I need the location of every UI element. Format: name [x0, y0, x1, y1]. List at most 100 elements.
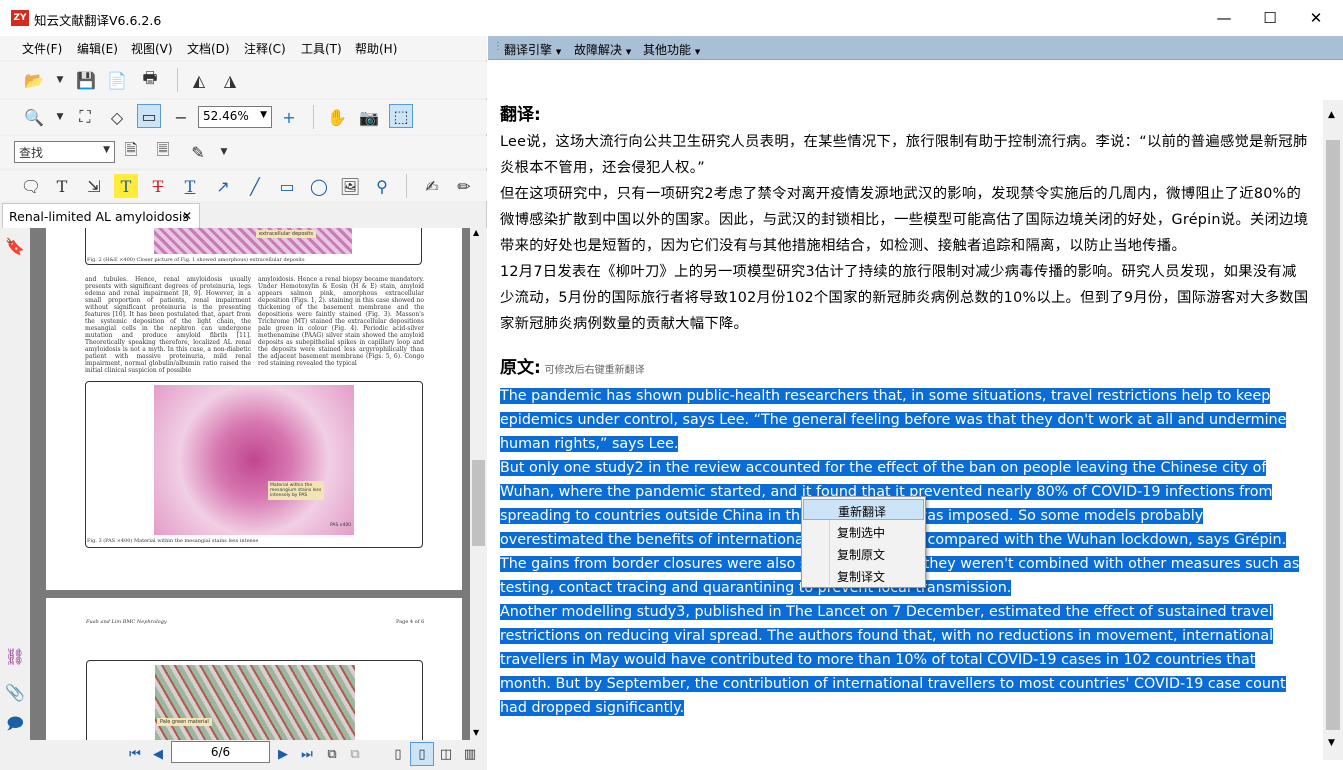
last-page-icon[interactable]: ⏭	[295, 742, 319, 766]
fit-page-icon[interactable]: ⛶	[73, 105, 97, 129]
minimize-button[interactable]: —	[1201, 0, 1247, 36]
document-scrollbar[interactable]: ▲ ▼	[470, 228, 487, 740]
link-icon[interactable]: ⛓	[3, 644, 27, 668]
scroll-up-icon[interactable]: ▲	[1328, 110, 1335, 120]
zoom-level-select[interactable]: 52.46% ▼	[198, 106, 272, 128]
stamp-icon[interactable]: ⚲	[370, 174, 394, 198]
app-logo: ZY	[11, 10, 29, 26]
pdf-page-4: Fuah and Lim BMC Nephrology Page 4 of 6 …	[46, 598, 462, 740]
engine-menu-label: 翻译引擎	[504, 43, 553, 57]
scroll-down-icon[interactable]: ▼	[1328, 738, 1335, 748]
original-text: Another modelling study3, published in T…	[500, 604, 1286, 716]
open-folder-icon[interactable]: 📂	[22, 68, 46, 92]
line-icon[interactable]: ╱	[243, 174, 267, 198]
original-paragraph[interactable]: The pandemic has shown public-health res…	[500, 384, 1310, 456]
original-paragraph[interactable]: Another modelling study3, published in T…	[500, 600, 1310, 720]
chevron-down-icon: ▼	[625, 48, 632, 56]
scroll-up-icon[interactable]: ▲	[473, 228, 479, 237]
underline-icon[interactable]: T	[178, 174, 202, 198]
copy-selection-menu-item[interactable]: 复制选中	[803, 521, 924, 542]
single-page-icon[interactable]: ▯	[386, 742, 410, 766]
rotate-right-icon[interactable]: ◮	[218, 68, 242, 92]
translation-paragraph: 12月7日发表在《柳叶刀》上的另一项模型研究3估计了持续的旅行限制对减少病毒传播…	[500, 264, 1309, 332]
save-icon[interactable]: 💾	[74, 68, 98, 92]
rectangle-icon[interactable]: ▭	[275, 174, 299, 198]
document-view[interactable]: extracellular deposits Fig. 2 (H&E ×400)…	[30, 228, 470, 740]
prev-view-icon[interactable]: ⧉	[320, 742, 344, 766]
hand-tool-icon[interactable]: ✋	[325, 105, 349, 129]
figure-3-caption: Fig. 3 (PAS ×400) Material within the me…	[87, 538, 259, 544]
fit-visible-icon[interactable]: ◇	[105, 105, 129, 129]
close-tab-icon[interactable]: ✕	[182, 209, 192, 223]
search-doc-icon[interactable]: 🗎	[119, 140, 143, 164]
sign-icon[interactable]: ✍	[420, 174, 444, 198]
scroll-thumb[interactable]	[472, 460, 485, 546]
original-text: The pandemic has shown public-health res…	[500, 388, 1287, 452]
engine-menu[interactable]: 翻译引擎 ▼	[504, 41, 561, 58]
highlight-dropdown-icon[interactable]: ▼	[212, 140, 236, 164]
grip-icon: ⋮	[493, 41, 503, 52]
menu-edit[interactable]: 编辑(E)	[77, 40, 118, 57]
form-edit-icon[interactable]: ✏	[452, 174, 476, 198]
translation-paragraph: 但在这项研究中，只有一项研究2考虑了禁令对离开疫情发源地武汉的影响，发现禁令实施…	[500, 186, 1309, 254]
translation-toolbar: ⋮ 翻译引擎 ▼ 故障解决 ▼ 其他功能 ▼	[488, 36, 1343, 60]
select-tool-icon[interactable]: ⬚	[389, 104, 413, 128]
maximize-button[interactable]: ☐	[1247, 0, 1293, 36]
continuous-page-icon[interactable]: ▯	[410, 742, 434, 766]
scroll-down-icon[interactable]: ▼	[473, 728, 479, 737]
bookmark-icon[interactable]: 🔖	[3, 234, 27, 258]
snapshot-icon[interactable]: 📷	[357, 105, 381, 129]
search-list-icon[interactable]: 🗏	[151, 140, 175, 164]
first-page-icon[interactable]: ⏮	[123, 742, 147, 766]
copy-original-menu-item[interactable]: 复制原文	[803, 543, 924, 564]
menu-view[interactable]: 视图(V)	[131, 40, 173, 57]
next-view-icon[interactable]: ⧉	[343, 742, 367, 766]
figure-4-label: Pale green material	[157, 718, 212, 726]
zoom-value: 52.46%	[203, 109, 249, 123]
menu-file[interactable]: 文件(F)	[22, 40, 62, 57]
callout-icon[interactable]: ⇲	[82, 174, 106, 198]
menu-tools[interactable]: 工具(T)	[301, 40, 342, 57]
next-page-icon[interactable]: ▶	[271, 742, 295, 766]
zoom-out-icon[interactable]: −	[169, 105, 193, 129]
print-icon[interactable]: 🖶	[138, 68, 162, 92]
page-number-input[interactable]: 6/6	[171, 741, 270, 763]
menu-annotate[interactable]: 注释(C)	[244, 40, 286, 57]
highlight-tool-icon[interactable]: ✎	[186, 140, 210, 164]
comment-icon[interactable]: 🗨	[19, 174, 43, 198]
image-stamp-icon[interactable]: 🖼	[338, 174, 362, 198]
document-tab[interactable]: Renal-limited AL amyloidosis ✕	[2, 203, 200, 228]
attachment-icon[interactable]: 📎	[3, 680, 27, 704]
page-header-left: Fuah and Lim BMC Nephrology	[86, 619, 167, 625]
two-page-continuous-icon[interactable]: ▥	[458, 742, 482, 766]
copy-translation-menu-item[interactable]: 复制译文	[803, 565, 924, 586]
text-box-icon[interactable]: T	[50, 174, 74, 198]
translation-scrollbar[interactable]: ▲ ▼	[1323, 100, 1343, 760]
arrow-icon[interactable]: ↗	[211, 174, 235, 198]
two-page-icon[interactable]: ◫	[434, 742, 458, 766]
troubleshoot-menu[interactable]: 故障解决 ▼	[574, 41, 631, 58]
prev-page-icon[interactable]: ◀	[146, 742, 170, 766]
rotate-left-icon[interactable]: ◭	[187, 68, 211, 92]
scroll-thumb[interactable]	[1326, 140, 1340, 730]
zoom-in-icon[interactable]: 🔍	[22, 105, 46, 129]
zoom-dropdown-icon[interactable]: ▼	[48, 105, 72, 129]
retranslate-menu-item[interactable]: 重新翻译	[803, 499, 924, 520]
menu-help[interactable]: 帮助(H)	[355, 40, 397, 57]
save-as-icon[interactable]: 📄	[105, 68, 129, 92]
fit-width-icon[interactable]: ▭	[137, 104, 161, 128]
translation-heading: 翻译:	[500, 105, 541, 125]
translation-content[interactable]: 翻译: Lee说，这场大流行向公共卫生研究人员表明，在某些情况下，旅行限制有助于…	[500, 100, 1310, 760]
other-functions-menu[interactable]: 其他功能 ▼	[643, 41, 700, 58]
close-window-button[interactable]: ✕	[1293, 0, 1339, 36]
open-dropdown-icon[interactable]: ▼	[48, 68, 72, 92]
figure-2-caption: Fig. 2 (H&E ×400) Closer picture of Fig.…	[87, 257, 305, 263]
strikeout-icon[interactable]: T	[146, 174, 170, 198]
menu-document[interactable]: 文档(D)	[187, 40, 230, 57]
comments-panel-icon[interactable]: 🗩	[3, 714, 27, 738]
ellipse-icon[interactable]: ◯	[307, 174, 331, 198]
highlight-text-icon[interactable]: T	[114, 174, 138, 198]
pdf-page-3: extracellular deposits Fig. 2 (H&E ×400)…	[46, 228, 462, 590]
zoom-plus-icon[interactable]: +	[277, 105, 301, 129]
find-input[interactable]: 查找 ▼	[14, 141, 115, 163]
